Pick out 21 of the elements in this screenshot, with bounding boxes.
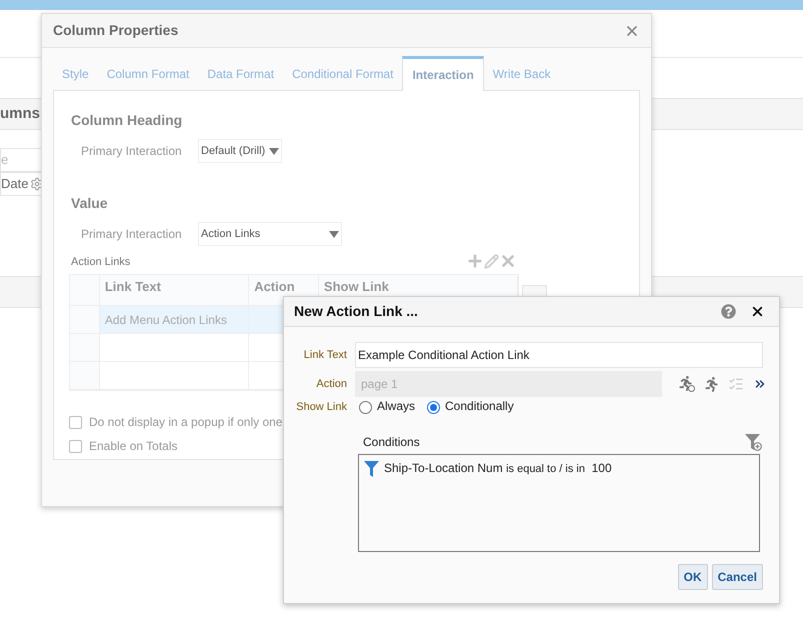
- conditions-heading: Conditions: [362, 434, 420, 450]
- radio-label: Always: [377, 398, 416, 415]
- condition-text: Ship-To-Location Num is equal to / is in 100: [384, 460, 612, 478]
- checkbox-label: Do not display in a popup if only one: [89, 414, 282, 431]
- checkbox-label: Enable on Totals: [89, 438, 178, 455]
- field-label: Show Link: [295, 400, 347, 415]
- dialog-title: Column Properties: [53, 21, 178, 40]
- field-label: Link Text: [302, 348, 347, 363]
- section-heading: Value: [70, 194, 109, 213]
- section-heading: Column Heading: [70, 111, 184, 130]
- dialog-title: New Action Link ...: [294, 302, 418, 321]
- column-header: Link Text: [104, 278, 161, 296]
- action-links-label: Action Links: [70, 254, 130, 270]
- field-label: Action: [315, 376, 347, 392]
- field-label: Primary Interaction: [81, 143, 183, 160]
- column-header: Show Link: [324, 278, 389, 296]
- table-cell-text: Add Menu Action Links: [104, 312, 227, 328]
- field-label: Primary Interaction: [81, 226, 183, 243]
- column-header: Action: [254, 278, 295, 296]
- section-title: umns: [0, 104, 40, 124]
- radio-label: Conditionally: [445, 398, 514, 415]
